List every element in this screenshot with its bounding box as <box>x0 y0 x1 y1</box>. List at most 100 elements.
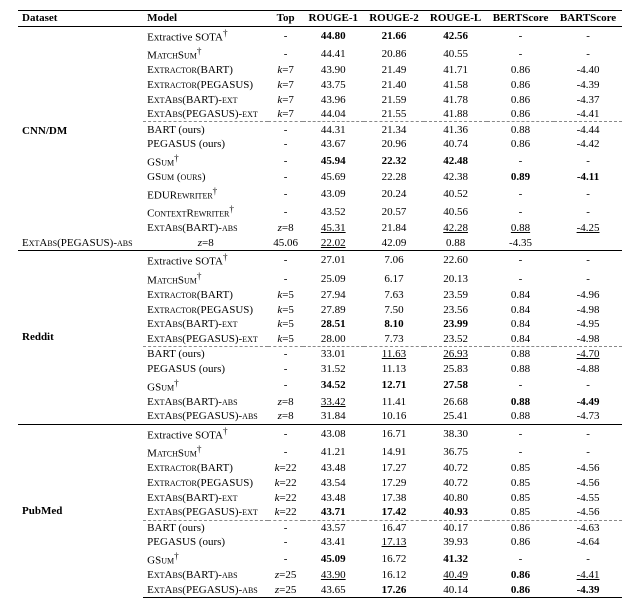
metric-cell: -4.39 <box>554 583 622 598</box>
metric-cell: 21.84 <box>364 221 425 236</box>
metric-cell: -4.40 <box>554 63 622 78</box>
metric-cell: 40.80 <box>424 490 487 505</box>
metric-cell: 20.57 <box>364 203 425 221</box>
metric-cell: 17.13 <box>364 535 425 550</box>
metric-cell: - <box>554 185 622 203</box>
metric-cell: 27.58 <box>424 376 487 394</box>
metric-cell: 0.86 <box>487 583 554 598</box>
metric-cell: 43.09 <box>303 185 364 203</box>
metric-cell: 0.84 <box>487 302 554 317</box>
top-cell: z=25 <box>268 568 303 583</box>
metric-cell: 0.86 <box>487 535 554 550</box>
metric-cell: 21.59 <box>364 92 425 107</box>
metric-cell: - <box>487 443 554 461</box>
metric-cell: - <box>487 424 554 443</box>
metric-cell: 25.83 <box>424 362 487 377</box>
metric-cell: 41.88 <box>424 107 487 122</box>
metric-cell: 17.29 <box>364 476 425 491</box>
metric-cell: 44.80 <box>303 26 364 45</box>
metric-cell: 40.17 <box>424 520 487 535</box>
metric-cell: - <box>487 26 554 45</box>
metric-cell: -4.98 <box>554 331 622 346</box>
metric-cell: 39.93 <box>424 535 487 550</box>
metric-cell: -4.56 <box>554 476 622 491</box>
metric-cell: 41.36 <box>424 122 487 137</box>
metric-cell: 43.71 <box>303 505 364 520</box>
top-cell: - <box>268 362 303 377</box>
top-cell: - <box>268 535 303 550</box>
metric-cell: 0.88 <box>487 347 554 362</box>
top-cell: z=25 <box>268 583 303 598</box>
metric-cell: 41.32 <box>424 550 487 568</box>
metric-cell: -4.37 <box>554 92 622 107</box>
metric-cell: 40.14 <box>424 583 487 598</box>
model-cell: ExtAbs(BART)-abs <box>143 221 268 236</box>
metric-cell: 0.86 <box>487 137 554 152</box>
metric-cell: 21.40 <box>364 78 425 93</box>
results-table: Dataset Model Top ROUGE-1 ROUGE-2 ROUGE-… <box>18 10 622 598</box>
top-cell: - <box>268 26 303 45</box>
table-row: CNN/DMExtractive SOTA†-44.8021.6642.56-- <box>18 26 622 45</box>
metric-cell: 0.84 <box>487 331 554 346</box>
metric-cell: 28.51 <box>303 317 364 332</box>
model-cell: ContextRewriter† <box>143 203 268 221</box>
metric-cell: - <box>487 251 554 270</box>
metric-cell: 31.52 <box>303 362 364 377</box>
metric-cell: 0.84 <box>487 317 554 332</box>
model-cell: GSum (ours) <box>143 170 268 185</box>
table-row: ExtAbs(PEGASUS)-absz=845.0622.0242.090.8… <box>18 236 622 251</box>
metric-cell: -4.64 <box>554 535 622 550</box>
metric-cell: 44.31 <box>303 122 364 137</box>
metric-cell: 41.71 <box>424 63 487 78</box>
metric-cell: - <box>487 203 554 221</box>
metric-cell: 40.56 <box>424 203 487 221</box>
metric-cell: -4.56 <box>554 505 622 520</box>
top-cell: - <box>268 203 303 221</box>
top-cell: - <box>268 424 303 443</box>
metric-cell: 0.89 <box>487 170 554 185</box>
metric-cell: 0.86 <box>487 568 554 583</box>
metric-cell: 22.32 <box>364 152 425 170</box>
col-top: Top <box>268 11 303 27</box>
metric-cell: 22.28 <box>364 170 425 185</box>
metric-cell: 45.69 <box>303 170 364 185</box>
metric-cell: - <box>554 376 622 394</box>
metric-cell: -4.11 <box>554 170 622 185</box>
metric-cell: 21.66 <box>364 26 425 45</box>
dataset-cell: CNN/DM <box>18 26 143 236</box>
top-cell: - <box>268 376 303 394</box>
metric-cell: 0.88 <box>487 395 554 410</box>
metric-cell: -4.39 <box>554 78 622 93</box>
metric-cell: 25.41 <box>424 409 487 424</box>
top-cell: k=7 <box>268 78 303 93</box>
metric-cell: 22.02 <box>303 236 364 251</box>
top-cell: z=8 <box>143 236 268 251</box>
metric-cell: 41.21 <box>303 443 364 461</box>
metric-cell: 21.55 <box>364 107 425 122</box>
metric-cell: 17.42 <box>364 505 425 520</box>
metric-cell: 43.65 <box>303 583 364 598</box>
model-cell: ExtAbs(BART)-ext <box>143 490 268 505</box>
metric-cell: 0.85 <box>487 490 554 505</box>
col-rouge2: ROUGE-2 <box>364 11 425 27</box>
metric-cell: 44.41 <box>303 45 364 63</box>
metric-cell: 7.50 <box>364 302 425 317</box>
metric-cell: 0.86 <box>487 520 554 535</box>
metric-cell: 10.16 <box>364 409 425 424</box>
metric-cell: 42.56 <box>424 26 487 45</box>
metric-cell: -4.88 <box>554 362 622 377</box>
top-cell: - <box>268 45 303 63</box>
col-model: Model <box>143 11 268 27</box>
model-cell: GSum† <box>143 376 268 394</box>
metric-cell: 20.96 <box>364 137 425 152</box>
metric-cell: -4.35 <box>487 236 554 251</box>
model-cell: Extractor(PEGASUS) <box>143 476 268 491</box>
metric-cell: -4.56 <box>554 461 622 476</box>
col-dataset: Dataset <box>18 11 143 27</box>
metric-cell: -4.70 <box>554 347 622 362</box>
top-cell: k=5 <box>268 302 303 317</box>
top-cell: k=7 <box>268 107 303 122</box>
metric-cell: 21.34 <box>364 122 425 137</box>
metric-cell: 20.24 <box>364 185 425 203</box>
top-cell: k=22 <box>268 505 303 520</box>
